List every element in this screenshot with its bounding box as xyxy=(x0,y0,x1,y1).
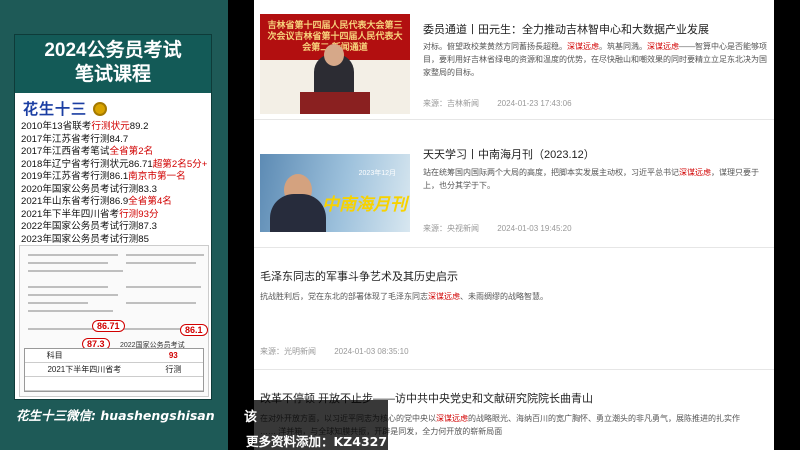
subtitle-fragment: 该 xyxy=(244,409,258,424)
news-item[interactable]: 吉林省第十四届人民代表大会第三次会议吉林省第十四届人民代表大会第二 新闻通道 委… xyxy=(254,0,774,120)
podium xyxy=(300,92,370,114)
achievement-item: 2010年13省联考行测状元89.2 xyxy=(21,121,149,132)
achievement-item: 2017年江西省考笔试全省第2名 xyxy=(21,146,154,157)
medal-icon xyxy=(93,101,108,116)
score-report-collage: 86.71 86.1 87.3 2022国家公务员考试 科目 93 2021下半… xyxy=(19,245,209,397)
divider xyxy=(228,0,254,450)
person-figure xyxy=(270,194,326,232)
news-meta: 来源：央视新闻 2024-01-03 19:45:20 xyxy=(423,223,572,234)
table-row xyxy=(25,377,203,391)
score-pill: 86.71 xyxy=(92,320,125,332)
table-row: 2021下半年四川省考 行测 xyxy=(25,363,203,377)
news-item[interactable]: 2023年12月 中南海月刊 天天学习丨中南海月刊（2023.12） 站在统筹国… xyxy=(254,120,774,248)
news-item[interactable]: 毛泽东同志的军事斗争艺术及其历史启示 抗战胜利后，党在东北的部署体现了毛泽东同志… xyxy=(254,248,774,370)
table-row: 科目 93 xyxy=(25,349,203,363)
teacher-name: 花生十三 xyxy=(23,100,88,118)
achievement-item: 2018年辽宁省考行测状元86.71超第2名5分+ xyxy=(21,158,208,170)
score-pill: 93 xyxy=(168,351,178,360)
achievement-item: 2019年江苏省考行测86.1南京市第一名 xyxy=(21,171,186,182)
news-source: 来源：吉林新闻 xyxy=(423,99,479,108)
news-feed[interactable]: 吉林省第十四届人民代表大会第三次会议吉林省第十四届人民代表大会第二 新闻通道 委… xyxy=(254,0,774,450)
news-thumbnail[interactable]: 吉林省第十四届人民代表大会第三次会议吉林省第十四届人民代表大会第二 新闻通道 xyxy=(260,14,410,114)
achievement-item: 2021年下半年四川省考行测93分 xyxy=(21,208,159,220)
promo-title-line2: 笔试课程 xyxy=(74,64,151,85)
table-cell: 2021下半年四川省考 xyxy=(47,365,122,374)
table-cell: 行测 xyxy=(165,365,182,374)
promo-title: 2024公务员考试 笔试课程 xyxy=(15,35,211,93)
score-table: 科目 93 2021下半年四川省考 行测 xyxy=(24,348,204,392)
speaker-head xyxy=(324,44,344,66)
magazine-title: 中南海月刊 xyxy=(322,195,407,215)
news-time: 2024-01-03 19:45:20 xyxy=(497,224,572,233)
promo-card: 2024公务员考试 笔试课程 花生十三 2010年13省联考行测状元89.2 20… xyxy=(14,34,212,400)
news-summary: 站在统筹国内国际两个大局的高度，把脚本实发展主动权，习近平总书记深谋远虑，谋理只… xyxy=(423,168,759,190)
news-summary: 抗战胜利后，党在东北的部署体现了毛泽东同志深谋远虑、未雨绸缪的战略智慧。 xyxy=(260,292,548,301)
news-time: 2024-01-23 17:43:06 xyxy=(497,99,572,108)
achievement-list: 2010年13省联考行测状元89.2 2017年江苏省考行测84.7 2017年江西… xyxy=(15,119,211,246)
news-source: 来源：央视新闻 xyxy=(423,224,479,233)
news-meta: 来源：光明新闻 2024-01-03 08:35:10 xyxy=(260,346,409,357)
watermark-contact: 更多资料添加：KZ4327 xyxy=(246,434,388,449)
news-thumbnail[interactable]: 2023年12月 中南海月刊 xyxy=(260,154,410,232)
wechat-contact: 花生十三微信: huashengshisan xyxy=(16,408,215,423)
news-source: 来源：光明新闻 xyxy=(260,347,316,356)
achievement-item: 2021年山东省考行测86.9全省第4名 xyxy=(21,196,172,207)
teacher-name-row: 花生十三 xyxy=(15,93,211,119)
news-summary: 对标。俯望政校莱黄然方同蓄扬長超稳。深谋远虑。筑基同溅。深谋远虑——智算中心是否… xyxy=(423,42,767,77)
right-border xyxy=(774,0,800,450)
magazine-date: 2023年12月 xyxy=(358,170,396,177)
promo-title-line1: 2024公务员考试 xyxy=(44,40,182,61)
news-title[interactable]: 毛泽东同志的军事斗争艺术及其历史启示 xyxy=(260,268,458,284)
achievement-item: 2017年江苏省考行测84.7 xyxy=(21,133,129,145)
achievement-item: 2020年国家公务员考试行测83.3 xyxy=(21,183,157,195)
news-title[interactable]: 天天学习丨中南海月刊（2023.12） xyxy=(423,146,595,162)
news-title[interactable]: 委员通道丨田元生：全力推动吉林智申心和大数据产业发展 xyxy=(423,21,709,37)
achievement-item: 2022年国家公务员考试行测87.3 xyxy=(21,221,157,232)
table-cell: 科目 xyxy=(46,351,63,360)
promo-panel: 2024公务员考试 笔试课程 花生十三 2010年13省联考行测状元89.2 20… xyxy=(0,0,228,450)
news-meta: 来源：吉林新闻 2024-01-23 17:43:06 xyxy=(423,98,572,109)
score-pill: 86.1 xyxy=(180,324,208,336)
news-time: 2024-01-03 08:35:10 xyxy=(334,347,409,356)
